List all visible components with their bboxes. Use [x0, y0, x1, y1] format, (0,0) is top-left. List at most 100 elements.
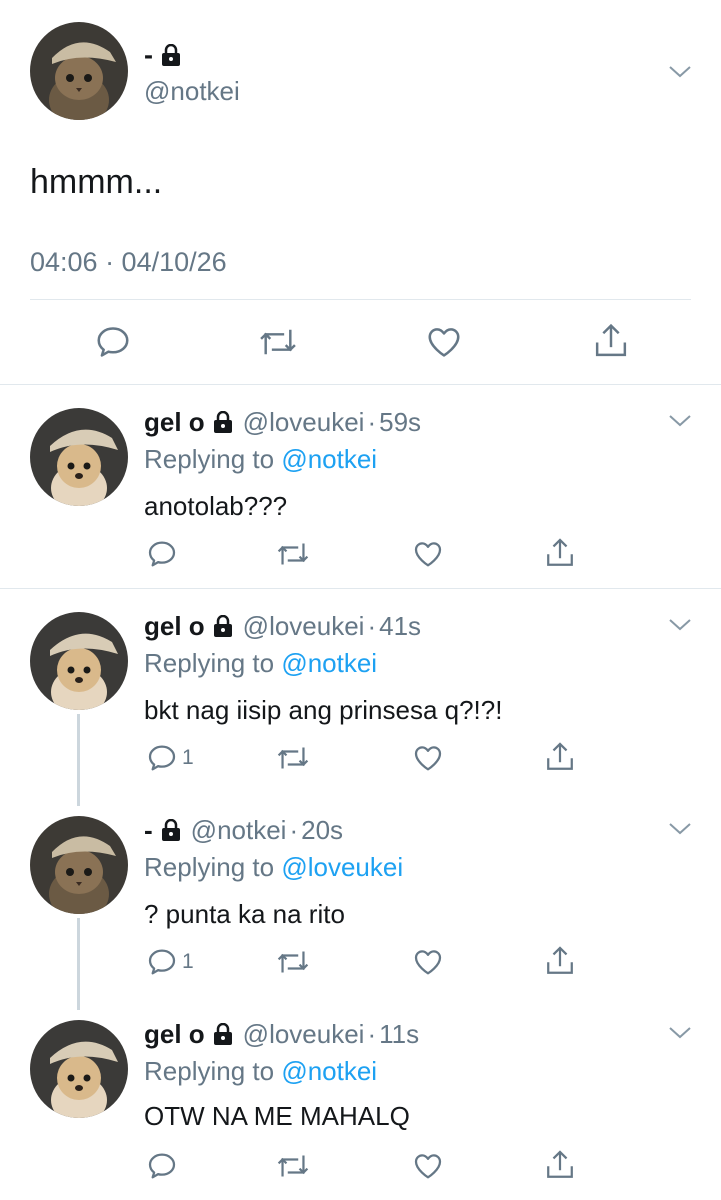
reply-author-handle[interactable]: @loveukei: [243, 407, 365, 437]
lock-icon: [161, 44, 181, 66]
reply-timestamp[interactable]: 59s: [379, 407, 421, 437]
heart-icon: [414, 950, 442, 975]
retweet-button[interactable]: [258, 323, 298, 361]
author-handle[interactable]: @notkei: [144, 76, 240, 106]
avatar-loveukei[interactable]: [30, 612, 128, 710]
retweet-button[interactable]: [276, 1150, 310, 1182]
lock-icon: [213, 411, 233, 433]
replying-to: Replying to @notkei: [144, 1056, 377, 1086]
reply-author-handle[interactable]: @loveukei: [243, 611, 365, 641]
like-button[interactable]: [411, 946, 445, 978]
lock-icon: [213, 1023, 233, 1045]
author-name[interactable]: -: [144, 40, 181, 70]
lock-icon: [213, 615, 233, 637]
separator-dot: ·: [367, 1019, 377, 1049]
share-button[interactable]: [544, 536, 576, 570]
reply-button[interactable]: [146, 1150, 182, 1182]
reply-header: - @notkei · 20s: [144, 815, 343, 845]
separator-dot: ·: [367, 611, 377, 641]
like-button[interactable]: [411, 742, 445, 774]
reply-button[interactable]: [146, 538, 182, 570]
like-button[interactable]: [424, 323, 464, 361]
divider: [30, 299, 691, 300]
reply-count: 1: [182, 746, 194, 769]
reply-button[interactable]: 1: [146, 742, 194, 774]
thread-connector: [77, 714, 80, 806]
avatar-loveukei[interactable]: [30, 408, 128, 506]
reply-icon: [148, 1153, 176, 1179]
reply-author-name[interactable]: -: [144, 815, 153, 845]
reply-timestamp[interactable]: 11s: [379, 1019, 419, 1049]
chevron-down-icon[interactable]: [668, 64, 692, 80]
retweet-button[interactable]: [276, 742, 310, 774]
reply-count: 1: [182, 950, 194, 973]
like-button[interactable]: [411, 1150, 445, 1182]
section-divider: [0, 588, 721, 589]
replying-to-label: Replying to: [144, 444, 282, 474]
reply-timestamp[interactable]: 20s: [301, 815, 343, 845]
reply-header: gel o @loveukei · 41s: [144, 611, 421, 641]
share-button[interactable]: [544, 1148, 576, 1182]
thread-connector: [77, 918, 80, 1010]
chevron-down-icon[interactable]: [668, 617, 692, 633]
retweet-button[interactable]: [276, 538, 310, 570]
replying-to-mention[interactable]: @loveukei: [281, 852, 403, 882]
share-icon: [547, 742, 573, 770]
author-display-name: -: [144, 40, 153, 70]
share-icon: [595, 323, 627, 357]
reply-author-name[interactable]: gel o: [144, 611, 205, 641]
reply-author-handle[interactable]: @notkei: [191, 815, 287, 845]
replying-to-mention[interactable]: @notkei: [281, 444, 377, 474]
retweet-icon: [277, 951, 309, 973]
chevron-down-icon[interactable]: [668, 413, 692, 429]
replying-to: Replying to @loveukei: [144, 852, 403, 882]
reply-icon: [97, 327, 129, 357]
avatar-notkei[interactable]: [30, 816, 128, 914]
reply-icon: [148, 949, 176, 975]
heart-icon: [428, 328, 460, 357]
section-divider: [0, 384, 721, 385]
reply-icon: [148, 745, 176, 771]
share-button[interactable]: [544, 740, 576, 774]
reply-author-name[interactable]: gel o: [144, 1019, 205, 1049]
heart-icon: [414, 746, 442, 771]
chevron-down-icon[interactable]: [668, 1025, 692, 1041]
replying-to: Replying to @notkei: [144, 444, 377, 474]
chevron-down-icon[interactable]: [668, 821, 692, 837]
reply-timestamp[interactable]: 41s: [379, 611, 421, 641]
heart-icon: [414, 542, 442, 567]
replying-to-mention[interactable]: @notkei: [281, 648, 377, 678]
reply-header: gel o @loveukei · 11s: [144, 1019, 419, 1049]
reply-text: ? punta ka na rito: [144, 899, 345, 929]
reply-icon: [148, 541, 176, 567]
retweet-icon: [277, 747, 309, 769]
lock-icon: [161, 819, 181, 841]
reply-header: gel o @loveukei · 59s: [144, 407, 421, 437]
share-icon: [547, 1150, 573, 1178]
tweet-timestamp[interactable]: 04:06 · 04/10/26: [30, 246, 227, 278]
reply-text: OTW NA ME MAHALQ: [144, 1101, 410, 1131]
reply-text: bkt nag iisip ang prinsesa q?!?!: [144, 695, 503, 725]
replying-to-label: Replying to: [144, 852, 282, 882]
retweet-icon: [277, 543, 309, 565]
like-button[interactable]: [411, 538, 445, 570]
reply-button[interactable]: [94, 323, 132, 361]
share-button[interactable]: [592, 321, 630, 361]
retweet-button[interactable]: [276, 946, 310, 978]
reply-text: anotolab???: [144, 491, 288, 521]
avatar-notkei[interactable]: [30, 22, 128, 120]
replying-to: Replying to @notkei: [144, 648, 377, 678]
share-icon: [547, 946, 573, 974]
avatar-loveukei[interactable]: [30, 1020, 128, 1118]
replying-to-mention[interactable]: @notkei: [281, 1056, 377, 1086]
separator-dot: ·: [367, 407, 377, 437]
reply-author-handle[interactable]: @loveukei: [243, 1019, 365, 1049]
retweet-icon: [277, 1155, 309, 1177]
replying-to-label: Replying to: [144, 1056, 282, 1086]
share-icon: [547, 538, 573, 566]
reply-button[interactable]: 1: [146, 946, 194, 978]
replying-to-label: Replying to: [144, 648, 282, 678]
share-button[interactable]: [544, 944, 576, 978]
tweet-text: hmmm...: [30, 163, 163, 201]
reply-author-name[interactable]: gel o: [144, 407, 205, 437]
